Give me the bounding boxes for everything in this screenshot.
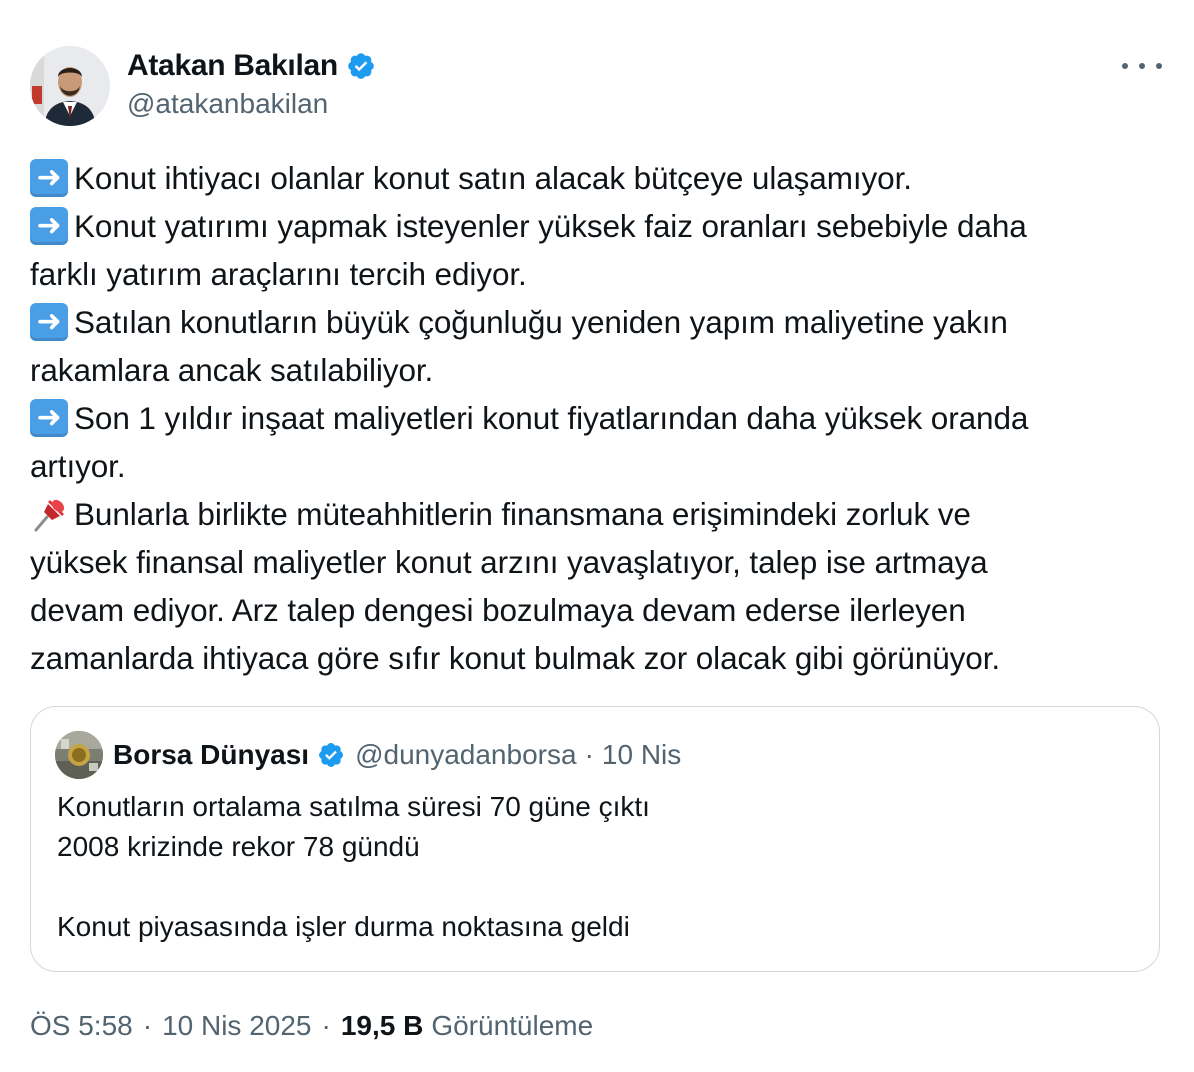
tweet-date[interactable]: 10 Nis 2025	[162, 1010, 311, 1042]
tweet-line-text: Bunlarla birlikte müteahhitlerin finansm…	[74, 496, 971, 532]
quoted-display-name[interactable]: Borsa Dünyası	[113, 739, 309, 771]
tweet-line-text: Konut ihtiyacı olanlar konut satın alaca…	[74, 160, 912, 196]
dot	[1139, 63, 1145, 69]
tweet-line-text: Konut yatırımı yapmak isteyenler yüksek …	[74, 208, 1027, 244]
separator-dot: ·	[142, 1010, 153, 1041]
tweet-line-text: farklı yatırım araçlarını tercih ediyor.	[30, 256, 527, 292]
quoted-tweet[interactable]: Borsa Dünyası @dunyadanborsa · 10 Nis Ko…	[30, 706, 1160, 972]
separator-dot: ·	[584, 739, 594, 770]
quoted-line: Konutların ortalama satılma süresi 70 gü…	[57, 791, 650, 822]
arrow-right-emoji-icon: ➜	[30, 399, 68, 437]
tweet-line: yüksek finansal maliyetler konut arzını …	[30, 538, 1170, 586]
author-display-name[interactable]: Atakan Bakılan	[127, 49, 338, 83]
tweet-line: artıyor.	[30, 442, 1170, 490]
more-options-icon[interactable]	[1122, 52, 1162, 80]
tweet-time[interactable]: ÖS 5:58	[30, 1010, 133, 1042]
dot	[1156, 63, 1162, 69]
quoted-date[interactable]: 10 Nis	[602, 739, 681, 771]
views-count[interactable]: 19,5 B	[341, 1010, 424, 1042]
quoted-header: Borsa Dünyası @dunyadanborsa · 10 Nis	[113, 735, 681, 775]
arrow-right-emoji-icon: ➜	[30, 159, 68, 197]
quoted-blank-line	[57, 867, 1117, 907]
tweet-line-text: rakamlara ancak satılabiliyor.	[30, 352, 434, 388]
tweet-line-text: Son 1 yıldır inşaat maliyetleri konut fi…	[74, 400, 1029, 436]
tweet-line: ➜ Satılan konutların büyük çoğunluğu yen…	[30, 298, 1170, 346]
quoted-handle[interactable]: @dunyadanborsa	[355, 739, 576, 771]
tweet-line-text: devam ediyor. Arz talep dengesi bozulmay…	[30, 592, 966, 628]
quoted-line: 2008 krizinde rekor 78 gündü	[57, 831, 420, 862]
arrow-right-emoji-icon: ➜	[30, 303, 68, 341]
quoted-text: Konutların ortalama satılma süresi 70 gü…	[57, 787, 1117, 947]
tweet-line: rakamlara ancak satılabiliyor.	[30, 346, 1170, 394]
tweet-line-text: yüksek finansal maliyetler konut arzını …	[30, 544, 988, 580]
tweet-line: Bunlarla birlikte müteahhitlerin finansm…	[30, 490, 1170, 538]
dot	[1122, 63, 1128, 69]
tweet-line-text: artıyor.	[30, 448, 126, 484]
verified-badge-icon	[348, 53, 374, 79]
tweet-line-text: Satılan konutların büyük çoğunluğu yenid…	[74, 304, 1008, 340]
tweet-line: devam ediyor. Arz talep dengesi bozulmay…	[30, 586, 1170, 634]
author-name-row: Atakan Bakılan	[127, 46, 376, 86]
tweet-line-text: zamanlarda ihtiyaca göre sıfır konut bul…	[30, 640, 1001, 676]
tweet-line: ➜ Konut yatırımı yapmak isteyenler yükse…	[30, 202, 1170, 250]
author-avatar[interactable]	[30, 46, 110, 126]
views-label: Görüntüleme	[431, 1010, 594, 1041]
separator-dot: ·	[321, 1010, 331, 1041]
quoted-author-avatar[interactable]	[55, 731, 103, 779]
pushpin-emoji-icon	[34, 499, 65, 532]
tweet-line: ➜ Konut ihtiyacı olanlar konut satın ala…	[30, 154, 1170, 202]
tweet-line: farklı yatırım araçlarını tercih ediyor.	[30, 250, 1170, 298]
quoted-line: Konut piyasasında işler durma noktasına …	[57, 911, 630, 942]
arrow-right-emoji-icon: ➜	[30, 207, 68, 245]
tweet: Atakan Bakılan @atakanbakilan ➜ Konut ih…	[0, 0, 1194, 1072]
author-handle[interactable]: @atakanbakilan	[127, 88, 328, 120]
tweet-line: ➜ Son 1 yıldır inşaat maliyetleri konut …	[30, 394, 1170, 442]
tweet-text: ➜ Konut ihtiyacı olanlar konut satın ala…	[30, 154, 1170, 682]
verified-badge-icon	[319, 743, 344, 767]
tweet-meta: ÖS 5:58 · 10 Nis 2025 · 19,5 B Görüntüle…	[30, 1004, 593, 1048]
tweet-line: zamanlarda ihtiyaca göre sıfır konut bul…	[30, 634, 1170, 682]
